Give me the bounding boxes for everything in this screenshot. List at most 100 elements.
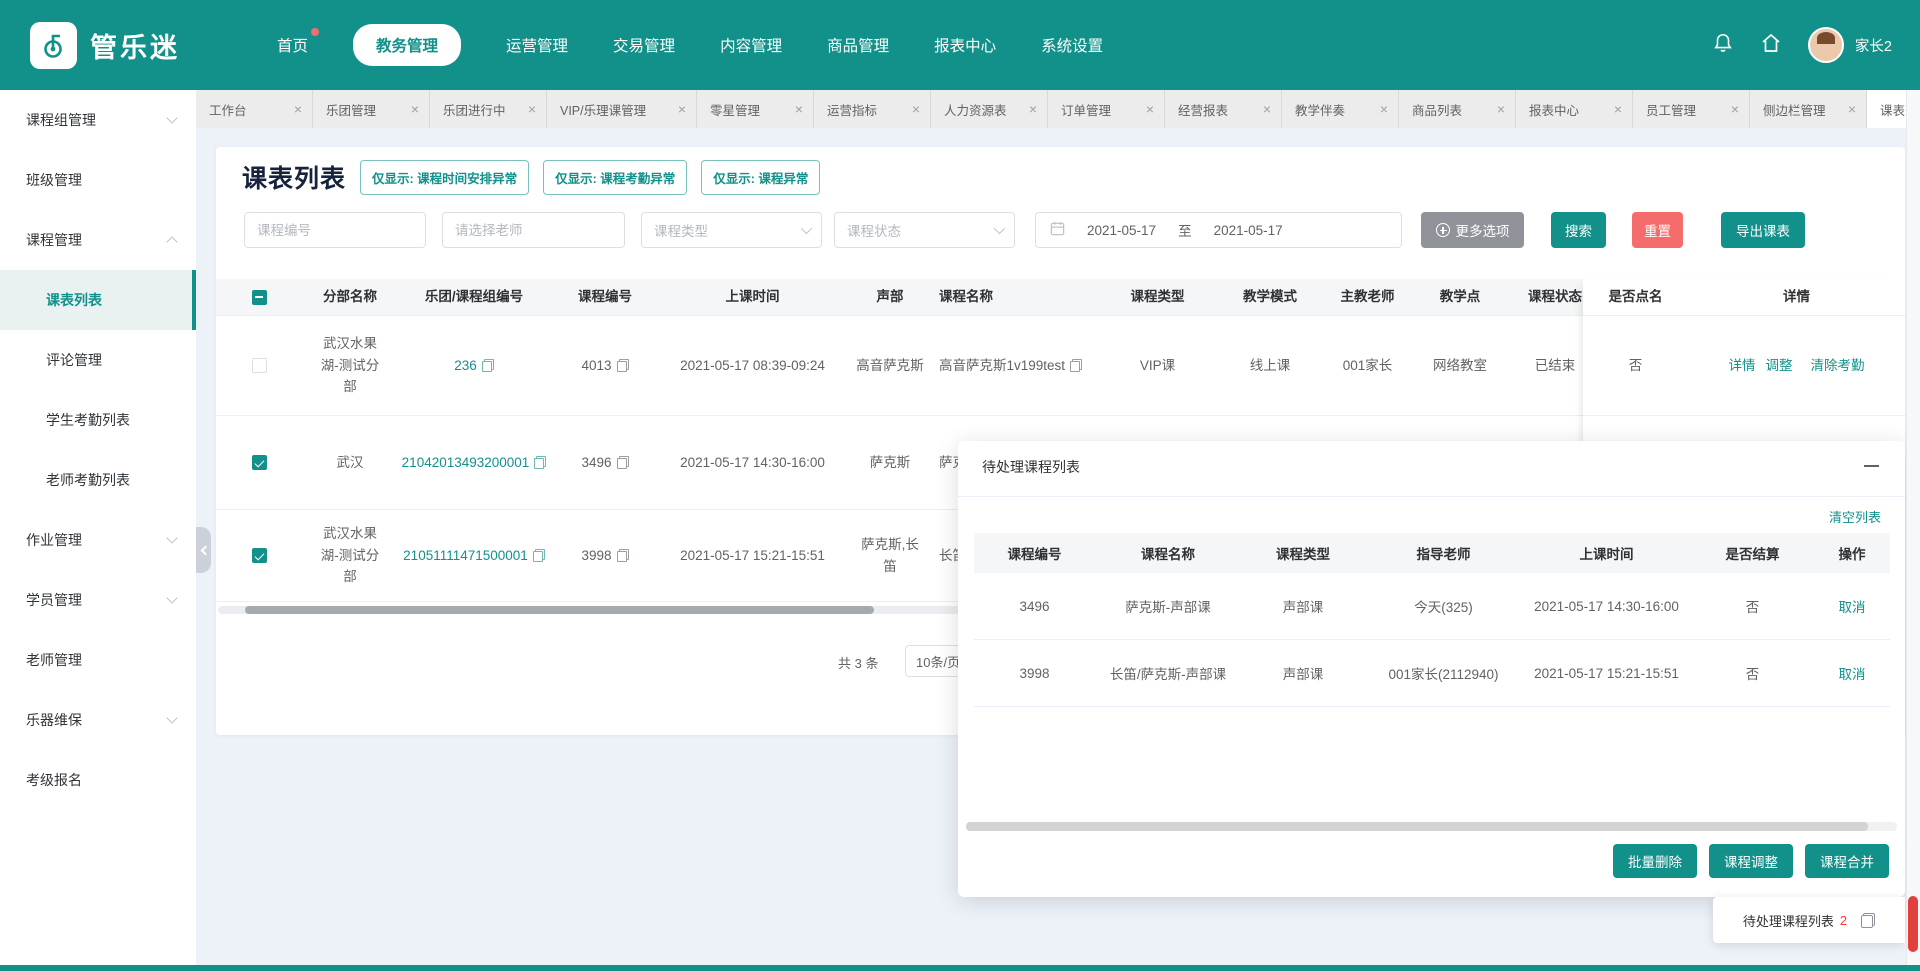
copy-icon[interactable] <box>533 549 545 562</box>
scrollbar-thumb[interactable] <box>245 606 874 614</box>
menu-transactions[interactable]: 交易管理 <box>613 34 675 56</box>
sidebar-item-student-attendance[interactable]: 学生考勤列表 <box>0 390 196 450</box>
group-no-link[interactable]: 21042013493200001 <box>402 452 530 474</box>
course-merge-button[interactable]: 课程合并 <box>1805 844 1889 878</box>
close-icon[interactable]: × <box>795 102 803 116</box>
detail-link[interactable]: 详情 <box>1729 355 1756 377</box>
course-status-select[interactable]: 课程状态 <box>834 212 1015 248</box>
clear-list-link[interactable]: 清空列表 <box>1829 507 1881 526</box>
course-adjust-button[interactable]: 课程调整 <box>1709 844 1793 878</box>
tab-business-report[interactable]: 经营报表× <box>1165 90 1282 128</box>
dock-count-badge: 2 <box>1840 913 1847 928</box>
group-no-link[interactable]: 21051111471500001 <box>403 545 528 567</box>
sidebar-item-comment-mgmt[interactable]: 评论管理 <box>0 330 196 390</box>
more-options-button[interactable]: 更多选项 <box>1421 212 1524 248</box>
sidebar-item-schedule-list[interactable]: 课表列表 <box>0 270 196 330</box>
row-checkbox[interactable] <box>252 548 267 563</box>
cancel-link[interactable]: 取消 <box>1839 596 1866 616</box>
date-end[interactable]: 2021-05-17 <box>1214 223 1283 238</box>
export-button[interactable]: 导出课表 <box>1721 212 1805 248</box>
username[interactable]: 家长2 <box>1855 35 1892 56</box>
tab-sidebar-mgmt[interactable]: 侧边栏管理× <box>1750 90 1867 128</box>
batch-delete-button[interactable]: 批量删除 <box>1613 844 1697 878</box>
tab-vip-course[interactable]: VIP/乐理课管理× <box>547 90 697 128</box>
sidebar-item-course-group-mgmt[interactable]: 课程组管理 <box>0 90 196 150</box>
course-no-input[interactable] <box>244 212 426 248</box>
date-range-picker[interactable]: 2021-05-17 至 2021-05-17 <box>1035 212 1402 248</box>
dock-label: 待处理课程列表 <box>1743 911 1834 930</box>
reset-button[interactable]: 重置 <box>1632 212 1683 248</box>
menu-academic[interactable]: 教务管理 <box>353 24 461 66</box>
tab-report-center[interactable]: 报表中心× <box>1516 90 1633 128</box>
close-icon[interactable]: × <box>294 102 302 116</box>
sidebar-item-teacher-mgmt[interactable]: 老师管理 <box>0 630 196 690</box>
close-icon[interactable]: × <box>1848 102 1856 116</box>
sidebar-item-class-mgmt[interactable]: 班级管理 <box>0 150 196 210</box>
sidebar-item-exam-registration[interactable]: 考级报名 <box>0 750 196 810</box>
copy-stack-icon[interactable] <box>1861 913 1875 928</box>
search-button[interactable]: 搜索 <box>1551 212 1606 248</box>
main-menu: 首页 教务管理 运营管理 交易管理 内容管理 商品管理 报表中心 系统设置 <box>277 24 1103 66</box>
close-icon[interactable]: × <box>1263 102 1271 116</box>
row-checkbox[interactable] <box>252 455 267 470</box>
tab-orchestra-mgmt[interactable]: 乐团管理× <box>313 90 430 128</box>
sidebar-item-course-mgmt[interactable]: 课程管理 <box>0 210 196 270</box>
copy-icon[interactable] <box>482 359 494 372</box>
chip-attendance-anomaly[interactable]: 仅显示: 课程考勤异常 <box>543 160 687 195</box>
close-icon[interactable]: × <box>1380 102 1388 116</box>
close-icon[interactable]: × <box>411 102 419 116</box>
scrollbar-thumb[interactable] <box>966 822 1868 831</box>
select-all-checkbox[interactable] <box>252 290 267 305</box>
home-icon[interactable] <box>1759 31 1783 60</box>
tab-orchestra-ongoing[interactable]: 乐团进行中× <box>430 90 547 128</box>
date-start[interactable]: 2021-05-17 <box>1087 223 1156 238</box>
bell-icon[interactable] <box>1712 31 1734 60</box>
sidebar-collapse-handle[interactable] <box>196 527 211 573</box>
avatar[interactable] <box>1808 27 1844 63</box>
tab-orders[interactable]: 订单管理× <box>1048 90 1165 128</box>
close-icon[interactable]: × <box>1146 102 1154 116</box>
close-icon[interactable]: × <box>1731 102 1739 116</box>
close-icon[interactable]: × <box>678 102 686 116</box>
close-icon[interactable]: × <box>528 102 536 116</box>
minimize-icon[interactable] <box>1864 465 1879 467</box>
row-checkbox[interactable] <box>252 358 267 373</box>
tab-teaching-accomp[interactable]: 教学伴奏× <box>1282 90 1399 128</box>
menu-settings[interactable]: 系统设置 <box>1041 34 1103 56</box>
tab-workbench[interactable]: 工作台× <box>196 90 313 128</box>
menu-home[interactable]: 首页 <box>277 34 308 56</box>
close-icon[interactable]: × <box>1614 102 1622 116</box>
tab-ops-metrics[interactable]: 运营指标× <box>814 90 931 128</box>
sidebar-item-student-mgmt[interactable]: 学员管理 <box>0 570 196 630</box>
close-icon[interactable]: × <box>1497 102 1505 116</box>
menu-operations[interactable]: 运营管理 <box>506 34 568 56</box>
chip-time-anomaly[interactable]: 仅显示: 课程时间安排异常 <box>360 160 529 195</box>
close-icon[interactable]: × <box>912 102 920 116</box>
tab-staff-mgmt[interactable]: 员工管理× <box>1633 90 1750 128</box>
clear-attendance-link[interactable]: 清除考勤 <box>1811 355 1865 377</box>
tab-hr-table[interactable]: 人力资源表× <box>931 90 1048 128</box>
group-no-link[interactable]: 236 <box>454 355 477 377</box>
menu-content[interactable]: 内容管理 <box>720 34 782 56</box>
copy-icon[interactable] <box>1070 359 1082 372</box>
sidebar-item-teacher-attendance[interactable]: 老师考勤列表 <box>0 450 196 510</box>
copy-icon[interactable] <box>617 549 629 562</box>
teacher-input[interactable] <box>442 212 625 248</box>
cancel-link[interactable]: 取消 <box>1839 663 1866 683</box>
tab-product-list[interactable]: 商品列表× <box>1399 90 1516 128</box>
course-type-select[interactable]: 课程类型 <box>641 212 822 248</box>
chip-course-anomaly[interactable]: 仅显示: 课程异常 <box>701 160 820 195</box>
tab-sporadic[interactable]: 零星管理× <box>697 90 814 128</box>
sidebar-item-homework-mgmt[interactable]: 作业管理 <box>0 510 196 570</box>
copy-icon[interactable] <box>534 456 546 469</box>
pending-courses-dock[interactable]: 待处理课程列表 2 <box>1713 897 1905 943</box>
menu-reports[interactable]: 报表中心 <box>934 34 996 56</box>
scrollbar-thumb-red[interactable] <box>1908 896 1918 952</box>
copy-icon[interactable] <box>617 359 629 372</box>
adjust-link[interactable]: 调整 <box>1766 355 1793 377</box>
menu-products[interactable]: 商品管理 <box>827 34 889 56</box>
brand-logo[interactable]: 管乐迷 <box>30 22 255 69</box>
sidebar-item-instrument-maintenance[interactable]: 乐器维保 <box>0 690 196 750</box>
close-icon[interactable]: × <box>1029 102 1037 116</box>
copy-icon[interactable] <box>617 456 629 469</box>
